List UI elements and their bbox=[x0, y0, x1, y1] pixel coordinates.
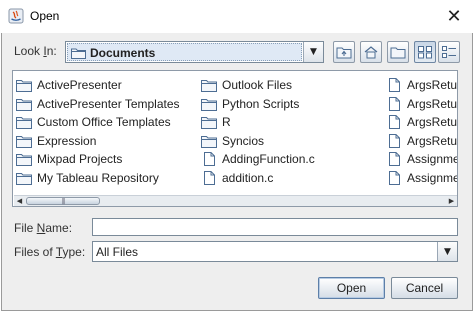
list-item[interactable]: Python Scripts bbox=[201, 95, 299, 112]
title-bar: Open ✕ bbox=[0, 0, 474, 33]
file-icon bbox=[389, 170, 400, 185]
file-icon bbox=[389, 151, 400, 166]
close-button[interactable]: ✕ bbox=[440, 5, 468, 27]
folder-icon bbox=[201, 116, 217, 129]
list-item[interactable]: Outlook Files bbox=[201, 76, 292, 93]
file-icon bbox=[389, 96, 400, 111]
file-icon bbox=[389, 133, 400, 148]
file-name-input[interactable] bbox=[92, 218, 458, 236]
folder-icon bbox=[16, 79, 32, 92]
folder-icon bbox=[201, 135, 217, 148]
list-item[interactable]: Syncios bbox=[201, 132, 264, 149]
close-icon: ✕ bbox=[446, 5, 462, 27]
list-item[interactable]: Custom Office Templates bbox=[16, 113, 171, 130]
home-button[interactable] bbox=[360, 41, 382, 63]
folder-icon bbox=[201, 98, 217, 111]
scrollbar-thumb[interactable]: ||| bbox=[26, 197, 100, 205]
list-item[interactable]: Assignme bbox=[386, 169, 457, 186]
look-in-value: Documents bbox=[90, 46, 156, 60]
home-icon bbox=[364, 46, 378, 59]
look-in-dropdown-button[interactable]: ▼ bbox=[303, 42, 323, 62]
files-of-type-label: Files of Type: bbox=[14, 245, 86, 259]
folder-icon bbox=[16, 153, 32, 166]
list-item[interactable]: ArgsRetur bbox=[386, 76, 457, 93]
arrow-left-icon: ◀ bbox=[16, 197, 23, 205]
list-item[interactable]: AddingFunction.c bbox=[201, 150, 315, 167]
files-of-type-value: All Files bbox=[96, 245, 139, 259]
cancel-button[interactable]: Cancel bbox=[391, 277, 458, 299]
folder-icon bbox=[71, 48, 86, 59]
file-icon bbox=[389, 114, 400, 129]
list-item[interactable]: addition.c bbox=[201, 169, 273, 186]
list-view-icon bbox=[418, 46, 432, 59]
details-view-button[interactable] bbox=[438, 41, 460, 63]
grip-icon: ||| bbox=[61, 197, 65, 205]
list-item[interactable]: ArgsRetur bbox=[386, 113, 457, 130]
up-one-level-icon bbox=[336, 47, 352, 59]
horizontal-scrollbar[interactable]: ◀ ||| ▶ bbox=[14, 195, 457, 206]
list-item[interactable]: R bbox=[201, 113, 231, 130]
new-folder-button[interactable] bbox=[387, 41, 409, 63]
list-item[interactable]: Expression bbox=[16, 132, 96, 149]
window-title: Open bbox=[30, 9, 60, 23]
look-in-selected: Documents bbox=[67, 43, 302, 61]
chevron-down-icon: ▼ bbox=[310, 47, 317, 57]
list-item[interactable]: My Tableau Repository bbox=[16, 169, 159, 186]
file-icon bbox=[389, 77, 400, 92]
list-item[interactable]: ArgsRetur bbox=[386, 132, 457, 149]
look-in-combo[interactable]: Documents ▼ bbox=[65, 41, 324, 63]
arrow-right-icon: ▶ bbox=[448, 197, 455, 205]
list-item[interactable]: ArgsRetur bbox=[386, 95, 457, 112]
file-list[interactable]: ActivePresenter ActivePresenter Template… bbox=[12, 70, 458, 207]
chevron-down-icon: ▼ bbox=[444, 246, 451, 257]
files-of-type-dropdown-button[interactable]: ▼ bbox=[437, 242, 457, 261]
scroll-right-button[interactable]: ▶ bbox=[446, 196, 457, 206]
list-item[interactable]: Assignme bbox=[386, 150, 457, 167]
folder-icon bbox=[16, 172, 32, 185]
folder-icon bbox=[201, 79, 217, 92]
list-item[interactable]: ActivePresenter bbox=[16, 76, 122, 93]
list-view-button[interactable] bbox=[414, 41, 436, 63]
folder-icon bbox=[16, 98, 32, 111]
java-app-icon bbox=[8, 8, 24, 24]
file-icon bbox=[204, 170, 215, 185]
list-item[interactable]: Mixpad Projects bbox=[16, 150, 122, 167]
up-one-level-button[interactable] bbox=[333, 41, 355, 63]
file-name-label: File Name: bbox=[14, 221, 73, 235]
files-of-type-combo[interactable]: All Files ▼ bbox=[92, 241, 458, 262]
open-button[interactable]: Open bbox=[318, 277, 385, 299]
file-icon bbox=[204, 151, 215, 166]
list-item[interactable]: ActivePresenter Templates bbox=[16, 95, 180, 112]
folder-icon bbox=[16, 116, 32, 129]
details-view-icon bbox=[442, 46, 456, 58]
new-folder-icon bbox=[390, 47, 406, 59]
look-in-label: Look In: bbox=[14, 44, 57, 58]
folder-icon bbox=[16, 135, 32, 148]
scroll-left-button[interactable]: ◀ bbox=[14, 196, 25, 206]
